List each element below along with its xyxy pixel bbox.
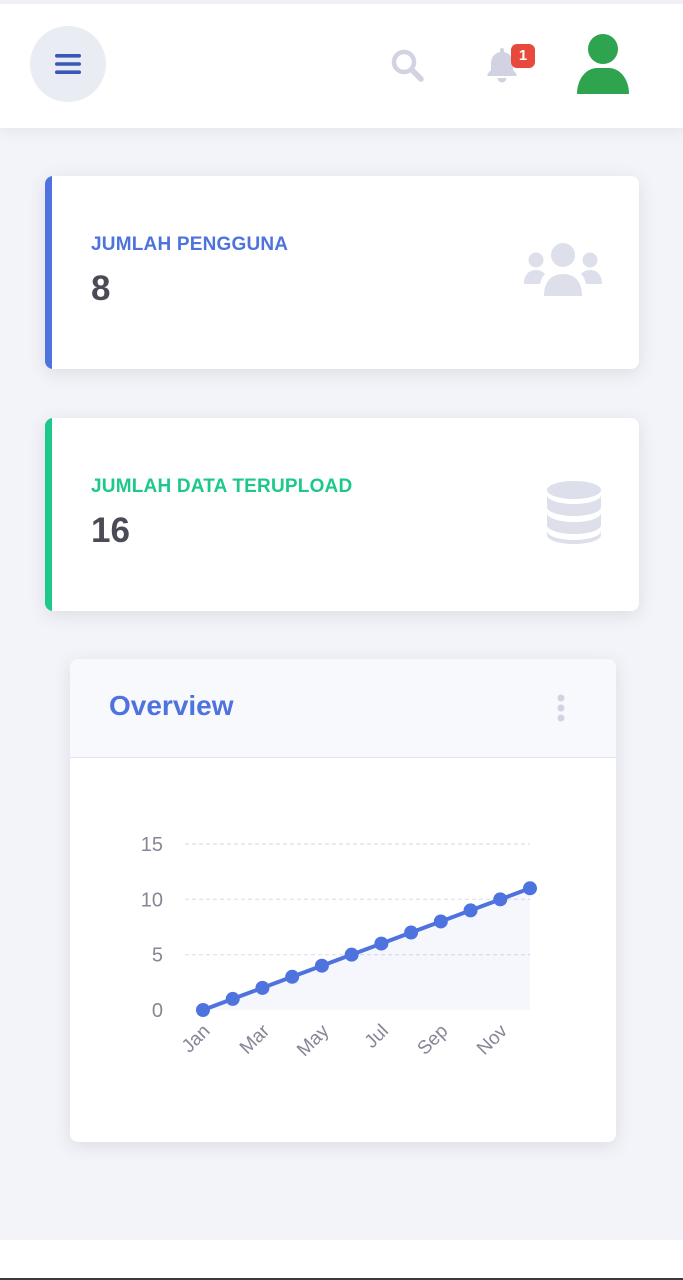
- data-point: [374, 936, 389, 951]
- x-tick-label: Jul: [361, 1021, 393, 1053]
- x-tick-label: Jan: [178, 1021, 215, 1058]
- user-avatar[interactable]: [573, 32, 633, 98]
- y-tick-label: 0: [152, 1000, 163, 1022]
- stat-value: 16: [91, 511, 130, 550]
- line-chart: 0 5 10 15 Jan Mar May Jul Sep Nov: [141, 834, 537, 1061]
- data-point: [255, 980, 270, 995]
- data-point: [314, 958, 329, 973]
- x-tick-label: Sep: [414, 1021, 453, 1060]
- data-point: [196, 1003, 210, 1017]
- data-point: [344, 947, 359, 962]
- search-button[interactable]: [389, 47, 427, 85]
- y-tick-label: 5: [152, 945, 163, 967]
- sidebar-toggle-button[interactable]: [30, 26, 106, 102]
- data-point: [285, 969, 300, 984]
- x-tick-label: Mar: [236, 1020, 274, 1058]
- data-point: [493, 892, 508, 907]
- chart-title: Overview: [109, 690, 234, 721]
- user-icon: [577, 34, 629, 94]
- database-icon: [545, 480, 603, 549]
- y-tick-label: 15: [141, 834, 163, 856]
- data-point: [523, 881, 537, 896]
- card-accent-bar: [45, 176, 52, 369]
- ellipsis-vertical-icon: [557, 694, 565, 722]
- users-icon: [524, 242, 602, 303]
- chart-card-header: Overview: [70, 659, 616, 758]
- search-icon: [391, 49, 424, 82]
- bottom-area: [0, 1240, 683, 1280]
- y-tick-label: 10: [141, 889, 163, 911]
- data-point: [404, 925, 419, 940]
- stat-card-users: JUMLAH PENGGUNA 8: [45, 176, 639, 369]
- topbar: 1: [0, 0, 683, 128]
- data-point: [225, 991, 240, 1006]
- notification-badge: 1: [511, 44, 535, 68]
- data-point: [433, 914, 448, 929]
- card-accent-bar: [45, 418, 52, 611]
- data-point: [463, 903, 478, 918]
- x-tick-label: Nov: [473, 1020, 512, 1059]
- stat-value: 8: [91, 269, 111, 308]
- stat-card-uploads: JUMLAH DATA TERUPLOAD 16: [45, 418, 639, 611]
- chart-options-button[interactable]: [554, 693, 568, 723]
- stat-label: JUMLAH PENGGUNA: [91, 234, 289, 255]
- bars-icon: [55, 54, 81, 74]
- x-tick-label: May: [293, 1020, 334, 1061]
- overview-chart-card: Overview 0 5 10 15 Jan Mar May Jul Sep Nov: [70, 659, 616, 1142]
- stat-label: JUMLAH DATA TERUPLOAD: [91, 476, 353, 497]
